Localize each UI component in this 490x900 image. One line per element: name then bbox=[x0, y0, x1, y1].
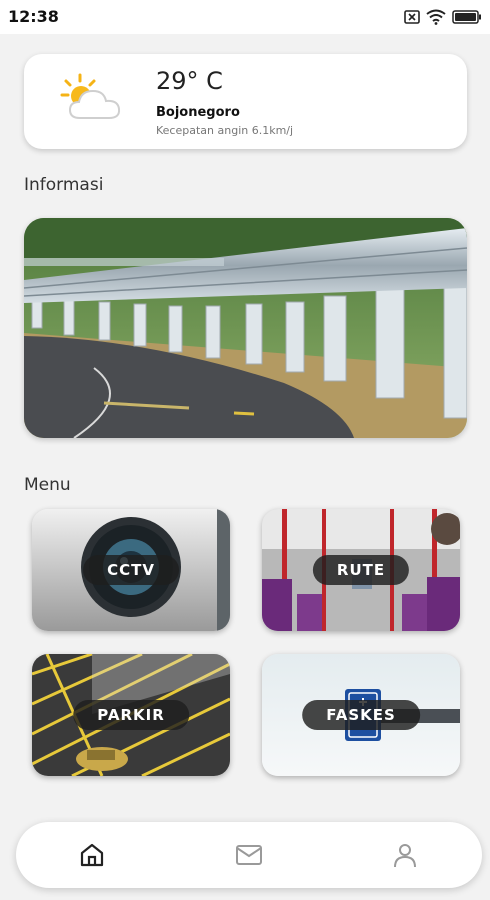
partly-cloudy-icon bbox=[60, 73, 121, 119]
nav-profile-button[interactable] bbox=[388, 838, 422, 872]
wifi-icon bbox=[426, 9, 446, 25]
notification-x-icon bbox=[404, 10, 420, 24]
menu-parkir-button[interactable]: PARKIR bbox=[32, 654, 230, 776]
nav-mail-button[interactable] bbox=[232, 838, 266, 872]
profile-icon bbox=[394, 844, 416, 868]
city-name: Bojonegoro bbox=[156, 105, 240, 120]
temperature: 29° C bbox=[156, 67, 223, 95]
guardrail-road-image bbox=[24, 218, 467, 438]
menu-cctv-button[interactable]: CCTV bbox=[32, 509, 230, 631]
info-section-title: Informasi bbox=[24, 175, 104, 195]
info-banner[interactable] bbox=[24, 218, 467, 438]
weather-card: 29° C Bojonegoro Kecepatan angin 6.1km/j bbox=[24, 54, 467, 149]
mail-icon bbox=[236, 845, 262, 865]
menu-cctv-label: CCTV bbox=[83, 555, 179, 585]
status-bar: 12:38 bbox=[0, 0, 490, 34]
menu-parkir-label: PARKIR bbox=[73, 700, 189, 730]
menu-faskes-label: FASKES bbox=[302, 700, 420, 730]
wind-speed: Kecepatan angin 6.1km/j bbox=[156, 124, 294, 137]
battery-icon bbox=[452, 10, 481, 24]
status-time: 12:38 bbox=[8, 7, 59, 26]
bottom-navigation bbox=[16, 822, 482, 888]
menu-section-title: Menu bbox=[24, 475, 71, 495]
nav-home-button[interactable] bbox=[75, 838, 109, 872]
home-icon bbox=[80, 843, 104, 867]
menu-faskes-button[interactable]: FASKES bbox=[262, 654, 460, 776]
menu-rute-label: RUTE bbox=[312, 555, 410, 585]
status-icons bbox=[404, 8, 482, 26]
menu-rute-button[interactable]: RUTE bbox=[262, 509, 460, 631]
